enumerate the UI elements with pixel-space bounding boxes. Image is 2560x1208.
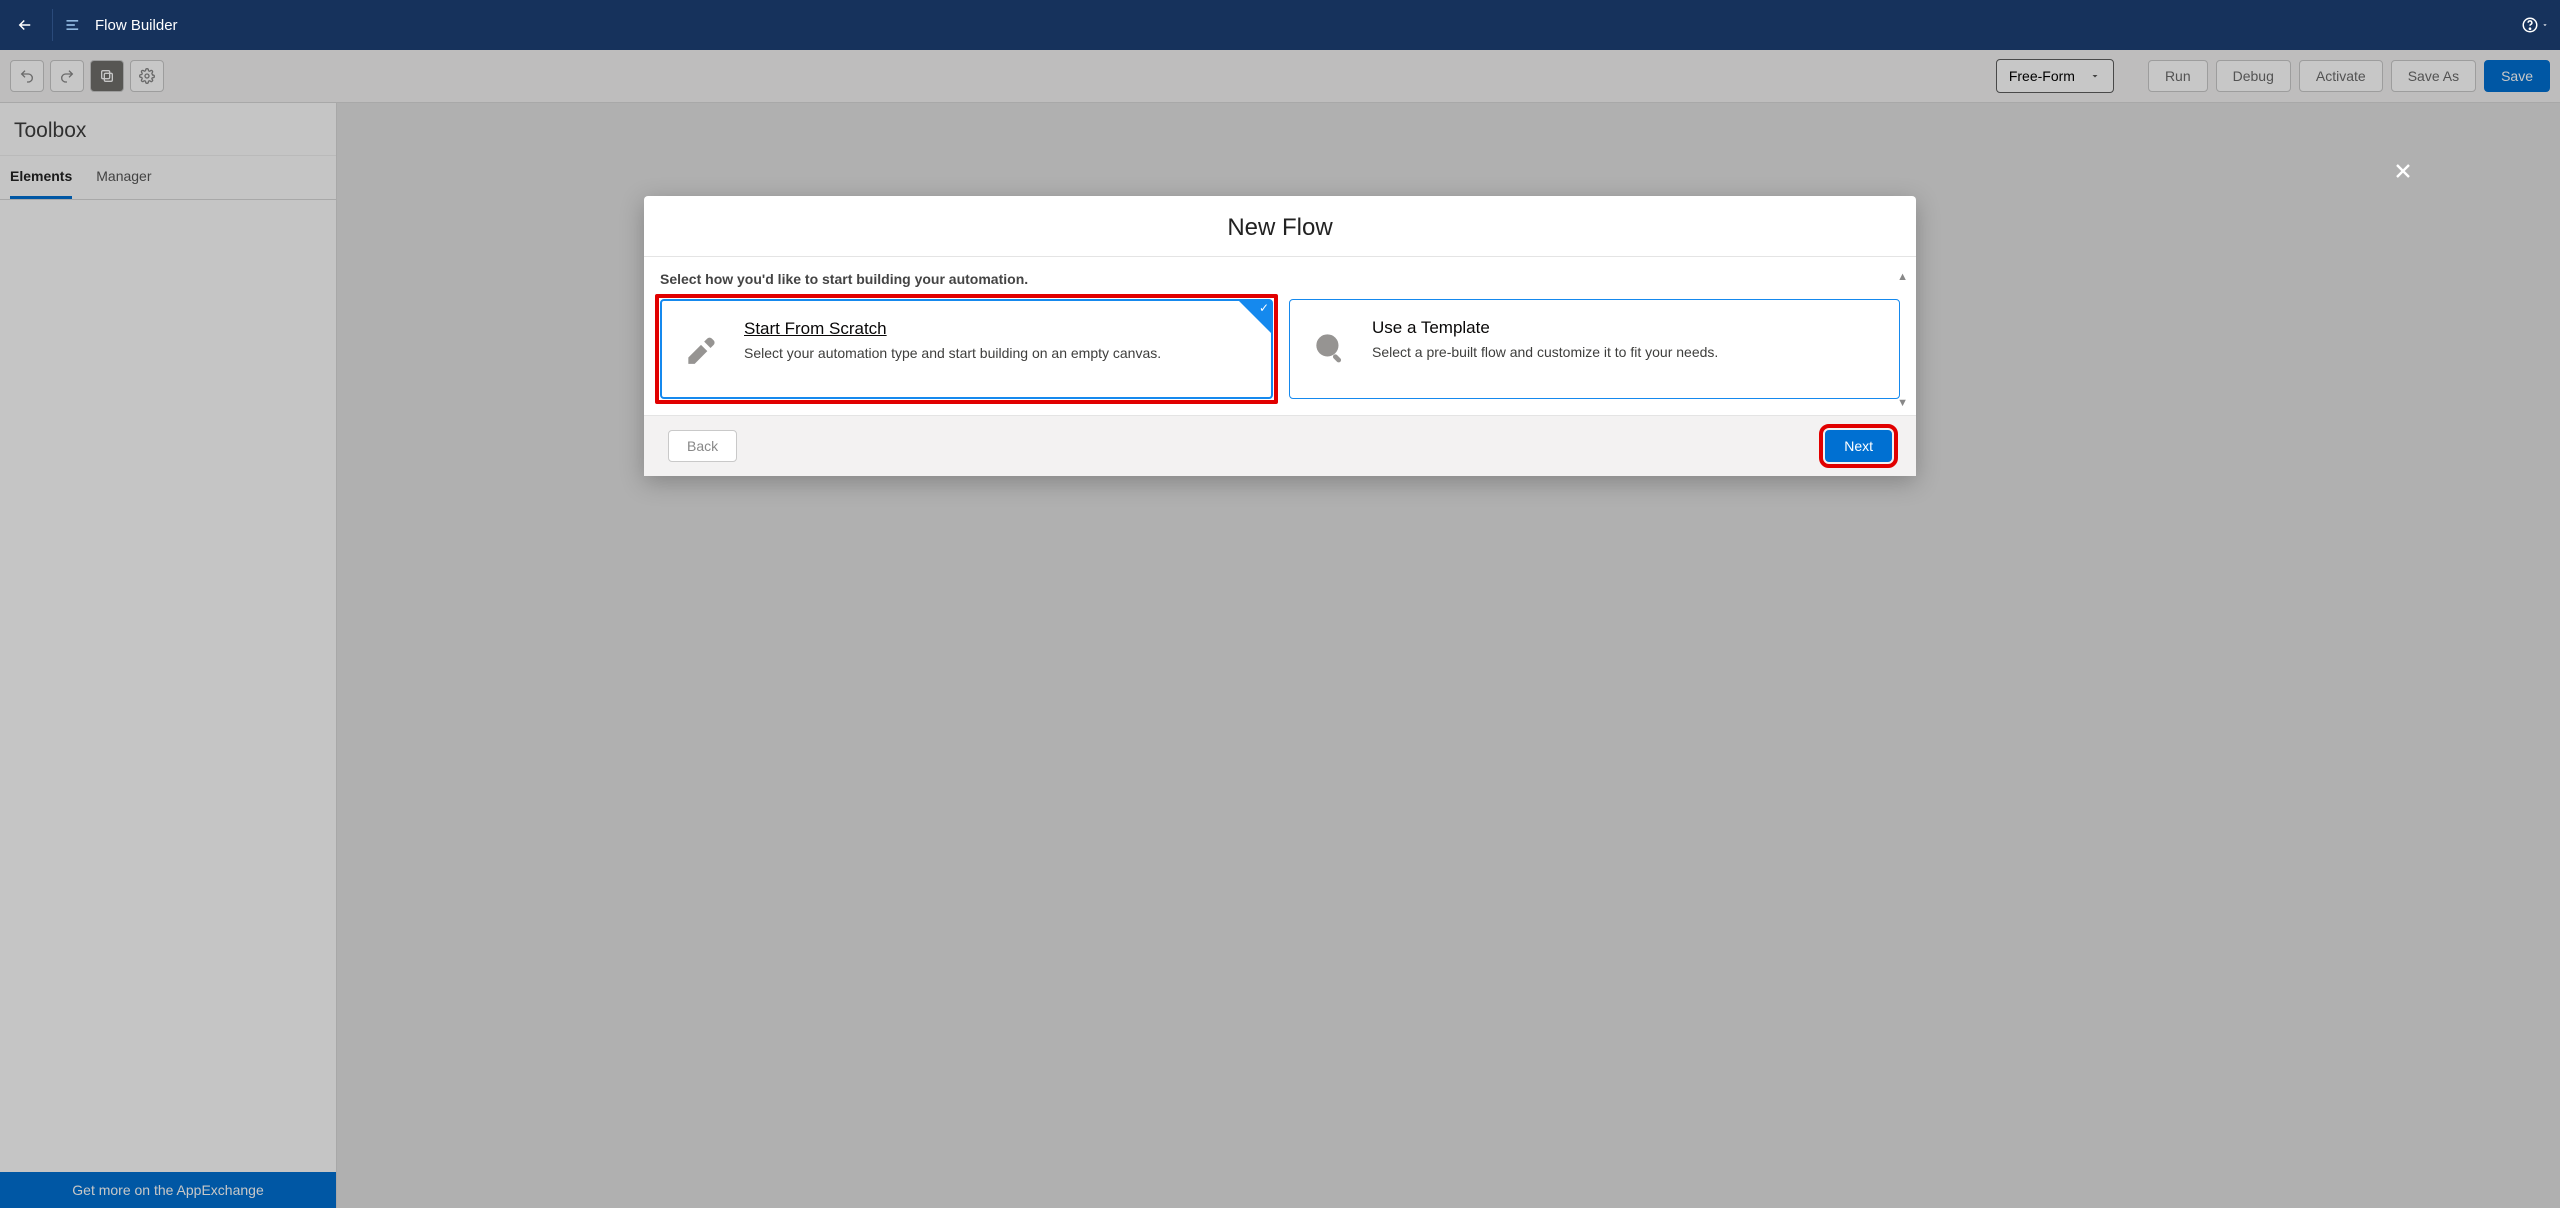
run-button[interactable]: Run bbox=[2148, 60, 2208, 92]
save-as-button[interactable]: Save As bbox=[2391, 60, 2476, 92]
gear-icon bbox=[139, 68, 155, 84]
settings-button[interactable] bbox=[130, 60, 164, 92]
help-button[interactable] bbox=[2518, 8, 2552, 42]
copy-button[interactable] bbox=[90, 60, 124, 92]
layout-mode-select[interactable]: Free-Form bbox=[1996, 59, 2114, 93]
action-group: Run Debug Activate Save As Save bbox=[2148, 60, 2550, 92]
sidebar-appexchange-link[interactable]: Get more on the AppExchange bbox=[0, 1172, 336, 1208]
tab-elements[interactable]: Elements bbox=[10, 156, 72, 199]
back-button[interactable] bbox=[8, 8, 42, 42]
scroll-down-icon[interactable]: ▼ bbox=[1897, 397, 1908, 409]
help-icon bbox=[2521, 16, 2539, 34]
chevron-down-icon bbox=[2541, 21, 2549, 29]
option-title: Use a Template bbox=[1372, 318, 1718, 338]
undo-icon bbox=[19, 68, 35, 84]
sidebar-body bbox=[0, 200, 336, 1172]
save-button[interactable]: Save bbox=[2484, 60, 2550, 92]
modal-footer: Back Next bbox=[644, 415, 1916, 476]
option-desc: Select a pre-built flow and customize it… bbox=[1372, 344, 1718, 360]
redo-button[interactable] bbox=[50, 60, 84, 92]
close-icon bbox=[2391, 159, 2415, 183]
sidebar: Toolbox Elements Manager Get more on the… bbox=[0, 103, 337, 1208]
close-button[interactable] bbox=[2386, 154, 2420, 188]
app-title: Flow Builder bbox=[95, 17, 178, 34]
activate-button[interactable]: Activate bbox=[2299, 60, 2383, 92]
option-use-template[interactable]: Use a Template Select a pre-built flow a… bbox=[1289, 299, 1900, 399]
flow-builder-icon bbox=[63, 14, 85, 36]
option-desc: Select your automation type and start bu… bbox=[744, 345, 1161, 361]
back-button[interactable]: Back bbox=[668, 430, 737, 462]
next-button[interactable]: Next bbox=[1825, 430, 1892, 462]
chevron-down-icon bbox=[2089, 70, 2101, 82]
tab-manager[interactable]: Manager bbox=[96, 156, 151, 199]
scratch-icon bbox=[680, 327, 722, 369]
header-divider bbox=[52, 9, 53, 41]
option-title: Start From Scratch bbox=[744, 319, 1161, 339]
scroll-up-icon[interactable]: ▲ bbox=[1897, 271, 1908, 283]
new-flow-modal: New Flow ▲ Select how you'd like to star… bbox=[644, 196, 1916, 476]
toolbar: Free-Form Run Debug Activate Save As Sav… bbox=[0, 50, 2560, 103]
arrow-left-icon bbox=[16, 16, 34, 34]
undo-button[interactable] bbox=[10, 60, 44, 92]
option-start-from-scratch[interactable]: ✓ Start From Scratch Select your automat… bbox=[660, 299, 1273, 399]
template-icon bbox=[1308, 326, 1350, 368]
sidebar-tabs: Elements Manager bbox=[0, 155, 336, 200]
checkmark-icon: ✓ bbox=[1259, 301, 1269, 315]
modal-instruction: Select how you'd like to start building … bbox=[660, 271, 1900, 287]
layout-mode-label: Free-Form bbox=[2009, 68, 2075, 84]
redo-icon bbox=[59, 68, 75, 84]
option-row: ✓ Start From Scratch Select your automat… bbox=[660, 299, 1900, 399]
duplicate-icon bbox=[99, 68, 115, 84]
sidebar-title: Toolbox bbox=[0, 103, 336, 155]
debug-button[interactable]: Debug bbox=[2216, 60, 2291, 92]
modal-title: New Flow bbox=[644, 196, 1916, 257]
app-header: Flow Builder bbox=[0, 0, 2560, 50]
modal-body: ▲ Select how you'd like to start buildin… bbox=[644, 257, 1916, 415]
